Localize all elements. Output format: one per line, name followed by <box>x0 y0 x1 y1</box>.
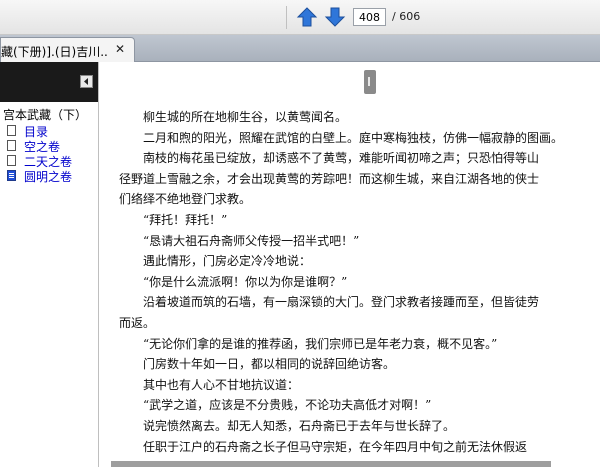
text-line: 任职于江户的石舟斋之长子但马守宗矩，在今年四月中旬之前无法休假返 <box>143 439 528 454</box>
text-line: “拜托！拜托！” <box>143 213 228 227</box>
text-line: 们络绎不绝地登门求教。 <box>119 192 252 207</box>
text-line: 遇此情形，门房必定冷冷地说： <box>143 254 312 269</box>
toolbar-separator <box>286 6 287 29</box>
horizontal-scrollbar[interactable] <box>111 461 551 467</box>
tab-title: 藏(下册)].(日)吉川... <box>1 45 109 59</box>
tab-bar: 藏(下册)].(日)吉川... ✕ <box>0 35 600 62</box>
toolbar: / 606 <box>0 0 600 35</box>
close-icon[interactable]: ✕ <box>115 42 125 56</box>
document-tab[interactable]: 藏(下册)].(日)吉川... ✕ <box>0 37 135 62</box>
sidebar-item-yuanming[interactable]: 圆明之卷 <box>0 168 98 184</box>
text-line: 说完愤然离去。却无人知悉，石舟斋已于去年与世长辞了。 <box>143 419 456 433</box>
bookmark-tree: 宫本武藏（下） 目录 空之卷 二天之卷 圆明之卷 <box>0 108 98 184</box>
sidebar-item-label: 二天之卷 <box>24 155 73 169</box>
text-line: 二月和煦的阳光，照耀在武馆的白壁上。庭中寒梅独枝，仿佛一幅寂静的图画。 <box>143 130 564 145</box>
text-line: 柳生城的所在地柳生谷，以黄莺闻名。 <box>143 110 348 124</box>
text-line: 沿着坡道而筑的石墙，有一扇深锁的大门。登门求教者接踵而至，但皆徒劳 <box>143 295 540 310</box>
document-view[interactable]: 柳生城的所在地柳生谷，以黄莺闻名。二月和煦的阳光，照耀在武馆的白壁上。庭中寒梅独… <box>99 62 600 467</box>
text-line: 而返。 <box>119 316 156 330</box>
document-icon <box>7 170 16 181</box>
text-line: 径野道上雪融之余，才会出现黄莺的芳踪吧！而这柳生城，来自江湖各地的侠士 <box>119 171 540 186</box>
text-line: “你是什么流派啊！你以为你是谁啊？” <box>143 274 348 289</box>
text-line: 南枝的梅花虽已绽放，却诱惑不了黄莺，难能听闻初啼之声；只恐怕得等山 <box>143 151 540 166</box>
text-line: 门房数十年如一日，都以相同的说辞回绝访客。 <box>143 357 396 372</box>
sidebar-item-contents[interactable]: 目录 <box>0 123 98 139</box>
bookmark-sidebar: 宫本武藏（下） 目录 空之卷 二天之卷 圆明之卷 <box>0 62 99 467</box>
sidebar-item-label: 目录 <box>24 125 49 139</box>
previous-page-button[interactable] <box>296 6 318 28</box>
triangle-left-icon <box>84 78 88 85</box>
text-line: “恳请大祖石舟斋师父传授一招半式吧！” <box>143 233 360 248</box>
sidebar-item-ertian[interactable]: 二天之卷 <box>0 153 98 169</box>
tree-root-title[interactable]: 宫本武藏（下） <box>0 108 98 123</box>
text-line: “无论你们拿的是谁的推荐函，我们宗师已是年老力衰，概不见客。” <box>143 336 498 351</box>
sidebar-item-label: 圆明之卷 <box>24 170 73 184</box>
text-line: 其中也有人心不甘地抗议道： <box>143 377 300 392</box>
document-icon <box>7 155 16 166</box>
page-marker-icon <box>364 70 376 94</box>
sidebar-header <box>0 62 98 102</box>
collapse-sidebar-button[interactable] <box>80 75 93 88</box>
next-page-button[interactable] <box>324 6 346 28</box>
text-line: “武学之道，应该是不分贵贱，不论功夫高低才对啊！” <box>143 398 432 413</box>
document-icon <box>7 125 16 136</box>
sidebar-item-kong[interactable]: 空之卷 <box>0 138 98 154</box>
page-number-input[interactable] <box>353 8 386 26</box>
up-arrow-icon <box>296 7 318 27</box>
page-total-label: / 606 <box>392 10 421 23</box>
sidebar-item-label: 空之卷 <box>24 140 61 154</box>
down-arrow-icon <box>324 7 346 27</box>
document-icon <box>7 140 16 151</box>
